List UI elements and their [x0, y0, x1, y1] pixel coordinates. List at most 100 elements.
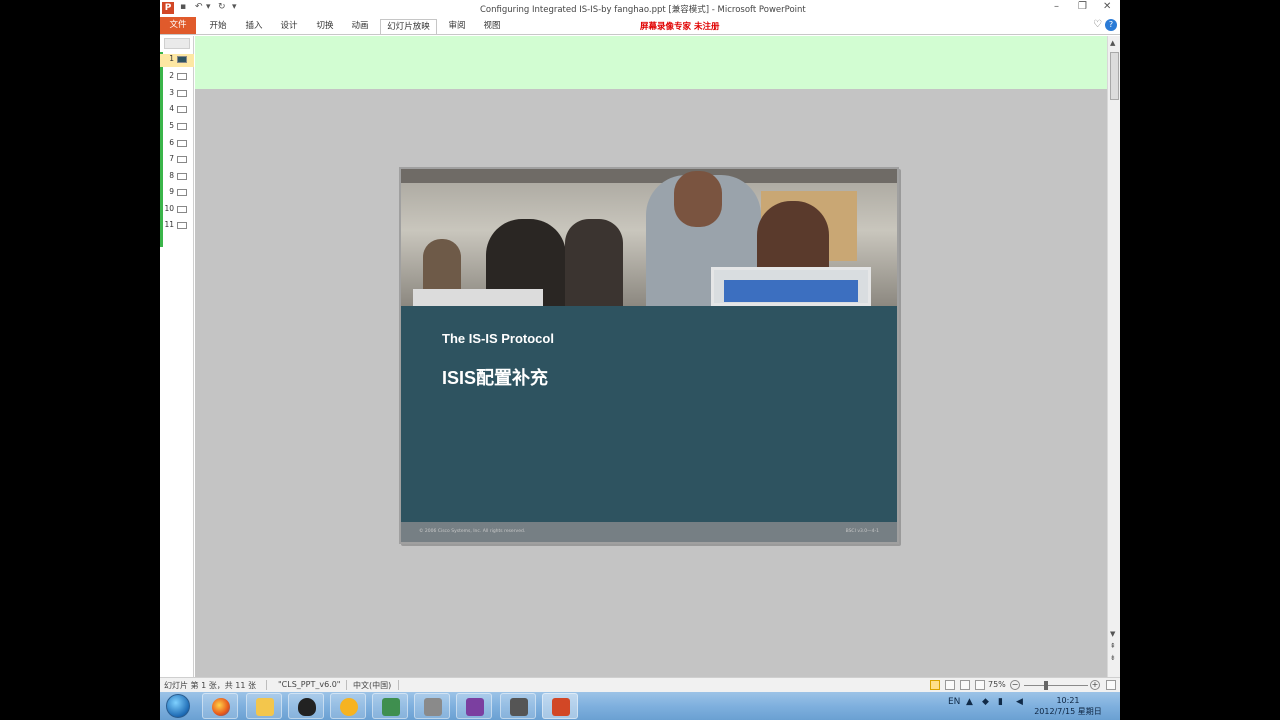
- status-bar: 幻灯片 第 1 张，共 11 张 "CLS_PPT_v6.0" 中文(中国) 7…: [160, 677, 1120, 692]
- tab-slideshow[interactable]: 幻灯片放映: [380, 19, 437, 34]
- slide-counter: 幻灯片 第 1 张，共 11 张: [164, 681, 256, 690]
- slide-subtitle[interactable]: The IS-IS Protocol: [442, 331, 554, 346]
- powerpoint-window: P ▪ ↶ ▾ ↻ ▾ Configuring Integrated IS-IS…: [160, 0, 1120, 720]
- clock-time: 10:21: [1056, 696, 1080, 705]
- help-icon[interactable]: ?: [1105, 19, 1117, 31]
- close-icon[interactable]: ✕: [1103, 1, 1111, 12]
- slide-title[interactable]: ISIS配置补充: [442, 364, 548, 390]
- tab-home[interactable]: 开始: [208, 19, 228, 34]
- thumbnail-slide-10[interactable]: 10: [160, 204, 194, 217]
- thumbnail-slide-6[interactable]: 6: [160, 138, 194, 151]
- slide-footer: © 2006 Cisco Systems, Inc. All rights re…: [401, 522, 897, 542]
- taskbar-window[interactable]: [372, 693, 408, 719]
- powerpoint-app-icon[interactable]: P: [162, 2, 174, 14]
- normal-view-icon[interactable]: [930, 680, 940, 690]
- minimize-icon[interactable]: –: [1054, 1, 1059, 12]
- current-slide[interactable]: The IS-IS Protocol ISIS配置补充 © 2006 Cisco…: [399, 167, 899, 544]
- thumbnail-image: [177, 189, 187, 196]
- undo-icon[interactable]: ↶: [195, 2, 203, 12]
- tab-transitions[interactable]: 切换: [315, 19, 335, 34]
- status-divider: [266, 680, 267, 690]
- redo-icon[interactable]: ↻: [218, 2, 226, 12]
- tab-design[interactable]: 设计: [279, 19, 299, 34]
- taskbar-control-panel[interactable]: [414, 693, 450, 719]
- thumbnail-slide-11[interactable]: 11: [160, 220, 194, 233]
- tab-file[interactable]: 文件: [160, 17, 196, 34]
- messenger-icon: [340, 698, 358, 716]
- tray-expand-icon[interactable]: ▲: [966, 697, 973, 707]
- restore-icon[interactable]: ❐: [1078, 1, 1087, 12]
- taskbar-explorer[interactable]: [246, 693, 282, 719]
- reading-view-icon[interactable]: [960, 680, 970, 690]
- taskbar-onenote[interactable]: [456, 693, 492, 719]
- zoom-slider-knob[interactable]: [1044, 681, 1048, 690]
- tab-insert[interactable]: 插入: [244, 19, 264, 34]
- title-bar: P ▪ ↶ ▾ ↻ ▾ Configuring Integrated IS-IS…: [160, 0, 1120, 17]
- slides-outline-tab[interactable]: [164, 38, 190, 49]
- qq-penguin-icon: [298, 698, 316, 716]
- save-icon[interactable]: ▪: [180, 2, 186, 12]
- status-divider: [346, 680, 347, 690]
- thumbnail-image: [177, 123, 187, 130]
- network-icon[interactable]: ▮: [998, 697, 1003, 707]
- system-clock[interactable]: 10:21 2012/7/15 星期日: [1028, 695, 1108, 717]
- thumbnail-image: [177, 106, 187, 113]
- taskbar-powerpoint[interactable]: [542, 693, 578, 719]
- tab-animations[interactable]: 动画: [350, 19, 370, 34]
- next-slide-icon[interactable]: ⇟: [1110, 654, 1116, 662]
- thumbnail-image: [177, 222, 187, 229]
- thumbnail-slide-1[interactable]: 1: [160, 54, 194, 67]
- control-panel-icon: [424, 698, 442, 716]
- fit-to-window-icon[interactable]: [1106, 680, 1116, 690]
- taskbar-messenger[interactable]: [330, 693, 366, 719]
- thumbnail-slide-7[interactable]: 7: [160, 154, 194, 167]
- thumbnail-image: [177, 90, 187, 97]
- theme-name: "CLS_PPT_v6.0": [278, 680, 341, 689]
- slide-footer-code: BSCI v3.0—4-1: [845, 529, 879, 534]
- volume-icon[interactable]: ◀: [1016, 697, 1023, 707]
- zoom-level[interactable]: 75%: [988, 680, 1006, 689]
- scroll-down-icon[interactable]: ▼: [1110, 630, 1115, 638]
- classroom-photo: [401, 169, 897, 306]
- tray-app-icon[interactable]: ◆: [982, 697, 989, 707]
- undo-dropdown-icon[interactable]: ▾: [206, 2, 211, 12]
- slide-sorter-icon[interactable]: [945, 680, 955, 690]
- slide-editing-area: The IS-IS Protocol ISIS配置补充 © 2006 Cisco…: [195, 36, 1107, 677]
- thumbnail-image: [177, 206, 187, 213]
- tab-view[interactable]: 视图: [482, 19, 502, 34]
- thumbnail-slide-8[interactable]: 8: [160, 171, 194, 184]
- scroll-up-icon[interactable]: ▲: [1110, 39, 1115, 47]
- powerpoint-icon: [552, 698, 570, 716]
- thumbnail-slide-5[interactable]: 5: [160, 121, 194, 134]
- tab-review[interactable]: 审阅: [447, 19, 467, 34]
- slide-footer-copyright: © 2006 Cisco Systems, Inc. All rights re…: [419, 529, 526, 534]
- zoom-out-icon[interactable]: −: [1010, 680, 1020, 690]
- onenote-icon: [466, 698, 484, 716]
- start-button[interactable]: [166, 694, 190, 718]
- customize-quick-access-icon[interactable]: ▾: [232, 2, 237, 12]
- taskbar-qq[interactable]: [288, 693, 324, 719]
- thumbnail-image: [177, 140, 187, 147]
- thumbnail-slide-2[interactable]: 2: [160, 71, 194, 84]
- taskbar-recorder[interactable]: [500, 693, 536, 719]
- ime-indicator[interactable]: EN: [948, 697, 960, 707]
- minimize-ribbon-icon[interactable]: ♡: [1093, 19, 1102, 30]
- recorder-icon: [510, 698, 528, 716]
- slideshow-view-icon[interactable]: [975, 680, 985, 690]
- vertical-scrollbar[interactable]: ▲ ▼ ⇞ ⇟: [1107, 36, 1120, 677]
- taskbar-firefox[interactable]: [202, 693, 238, 719]
- zoom-slider[interactable]: [1024, 685, 1088, 686]
- previous-slide-icon[interactable]: ⇞: [1110, 642, 1116, 650]
- language-indicator[interactable]: 中文(中国): [353, 680, 391, 691]
- scroll-thumb[interactable]: [1110, 52, 1119, 100]
- thumbnail-slide-4[interactable]: 4: [160, 104, 194, 117]
- recorder-watermark: 屏幕录像专家 未注册: [640, 22, 720, 32]
- photo-person: [565, 219, 623, 306]
- thumbnail-slide-9[interactable]: 9: [160, 187, 194, 200]
- windows-taskbar: EN ▲ ◆ ▮ ◀ 10:21 2012/7/15 星期日: [160, 692, 1120, 720]
- thumbnail-slide-3[interactable]: 3: [160, 88, 194, 101]
- thumbnail-image: [177, 173, 187, 180]
- firefox-icon: [212, 698, 230, 716]
- folder-icon: [256, 698, 274, 716]
- zoom-in-icon[interactable]: +: [1090, 680, 1100, 690]
